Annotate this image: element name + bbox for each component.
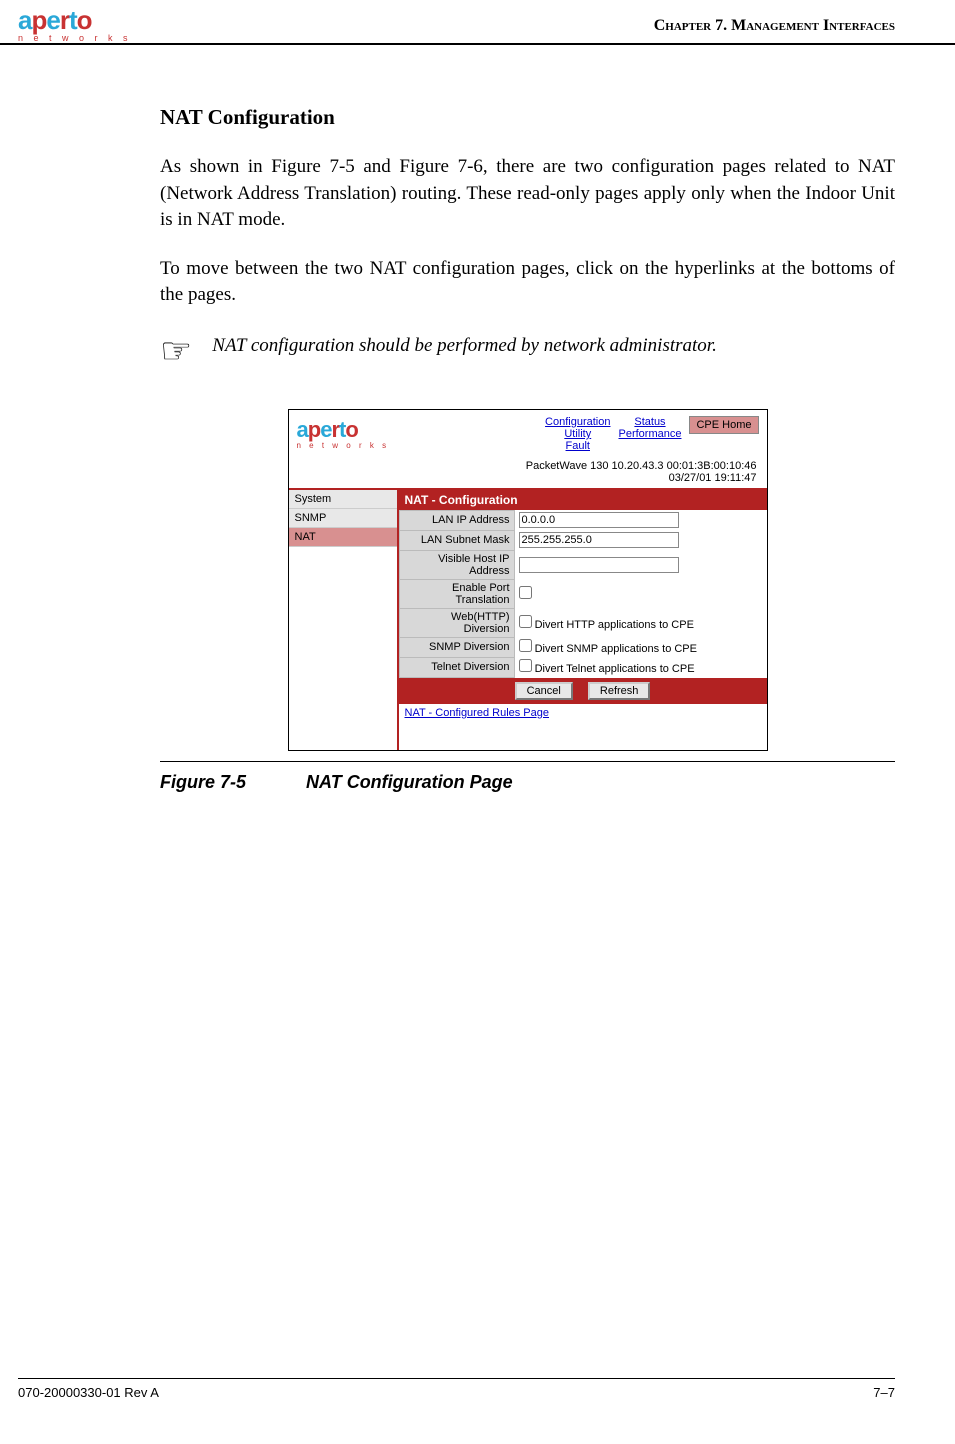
label-snmp-diversion: SNMP Diversion [399, 637, 514, 657]
sidebar: System SNMP NAT [289, 490, 399, 750]
nav-link-configuration[interactable]: Configuration [545, 416, 610, 428]
nav-link-utility[interactable]: Utility [545, 428, 610, 440]
input-lan-mask[interactable] [519, 532, 679, 548]
doc-rev: 070-20000330-01 Rev A [18, 1385, 159, 1400]
figure-caption: Figure 7-5 NAT Configuration Page [160, 772, 895, 793]
panel-title: NAT - Configuration [399, 490, 767, 510]
text-telnet-diversion: Divert Telnet applications to CPE [535, 663, 695, 675]
label-web-diversion: Web(HTTP) Diversion [399, 608, 514, 637]
figure-number: Figure 7-5 [160, 772, 246, 793]
config-form: LAN IP Address LAN Subnet Mask Visible H… [399, 510, 767, 678]
paragraph-2: To move between the two NAT configuratio… [160, 256, 895, 309]
page-footer: 070-20000330-01 Rev A 7–7 [18, 1378, 895, 1400]
device-info-line2: 03/27/01 19:11:47 [289, 472, 757, 484]
figure-rule [160, 761, 895, 762]
pointing-hand-icon: ☞ [160, 331, 192, 369]
nav-col-2: Status Performance [618, 416, 681, 440]
nav-link-status[interactable]: Status [618, 416, 681, 428]
nav-link-fault[interactable]: Fault [545, 440, 610, 452]
note-text: NAT configuration should be performed by… [212, 331, 717, 357]
checkbox-enable-port[interactable] [519, 586, 532, 599]
brand-logo: aperto n e t w o r k s [18, 5, 132, 43]
figure-screenshot: aperto n e t w o r k s Configuration Uti… [160, 409, 895, 751]
figure-title: NAT Configuration Page [306, 772, 513, 793]
page-header: aperto n e t w o r k s Chapter 7. Manage… [0, 0, 955, 45]
page-number: 7–7 [873, 1385, 895, 1400]
device-info-line1: PacketWave 130 10.20.43.3 00:01:3B:00:10… [289, 460, 757, 472]
refresh-button[interactable]: Refresh [588, 682, 651, 700]
nav-links: Configuration Utility Fault Status Perfo… [545, 416, 758, 452]
cancel-button[interactable]: Cancel [515, 682, 573, 700]
label-enable-port: Enable Port Translation [399, 579, 514, 608]
label-lan-mask: LAN Subnet Mask [399, 530, 514, 550]
screenshot-header: aperto n e t w o r k s Configuration Uti… [289, 410, 767, 458]
input-visible-host[interactable] [519, 557, 679, 573]
paragraph-1: As shown in Figure 7-5 and Figure 7-6, t… [160, 154, 895, 234]
text-web-diversion: Divert HTTP applications to CPE [535, 619, 694, 631]
content-area: NAT Configuration As shown in Figure 7-5… [0, 45, 955, 793]
input-lan-ip[interactable] [519, 512, 679, 528]
screenshot-logo-sub: n e t w o r k s [297, 441, 390, 450]
brand-logo-sub: n e t w o r k s [18, 33, 132, 43]
configured-rules-link[interactable]: NAT - Configured Rules Page [405, 707, 550, 719]
button-row: Cancel Refresh [399, 678, 767, 704]
section-title: NAT Configuration [160, 105, 895, 130]
nav-col-1: Configuration Utility Fault [545, 416, 610, 452]
checkbox-web-diversion[interactable] [519, 615, 532, 628]
sidebar-item-nat[interactable]: NAT [289, 528, 397, 547]
text-snmp-diversion: Divert SNMP applications to CPE [535, 643, 697, 655]
sidebar-item-snmp[interactable]: SNMP [289, 509, 397, 528]
main-panel: NAT - Configuration LAN IP Address LAN S… [399, 490, 767, 750]
sidebar-item-system[interactable]: System [289, 490, 397, 509]
screenshot-logo: aperto n e t w o r k s [297, 417, 390, 450]
screenshot-body: System SNMP NAT NAT - Configuration LAN … [289, 490, 767, 750]
device-info: PacketWave 130 10.20.43.3 00:01:3B:00:10… [289, 458, 767, 490]
cpe-home-button[interactable]: CPE Home [689, 416, 758, 434]
nav-link-performance[interactable]: Performance [618, 428, 681, 440]
chapter-title: Chapter 7. Management Interfaces [654, 5, 895, 35]
label-visible-host: Visible Host IP Address [399, 550, 514, 579]
nat-config-screenshot: aperto n e t w o r k s Configuration Uti… [288, 409, 768, 751]
checkbox-telnet-diversion[interactable] [519, 659, 532, 672]
label-lan-ip: LAN IP Address [399, 510, 514, 530]
checkbox-snmp-diversion[interactable] [519, 639, 532, 652]
note-row: ☞ NAT configuration should be performed … [160, 331, 895, 369]
label-telnet-diversion: Telnet Diversion [399, 657, 514, 677]
